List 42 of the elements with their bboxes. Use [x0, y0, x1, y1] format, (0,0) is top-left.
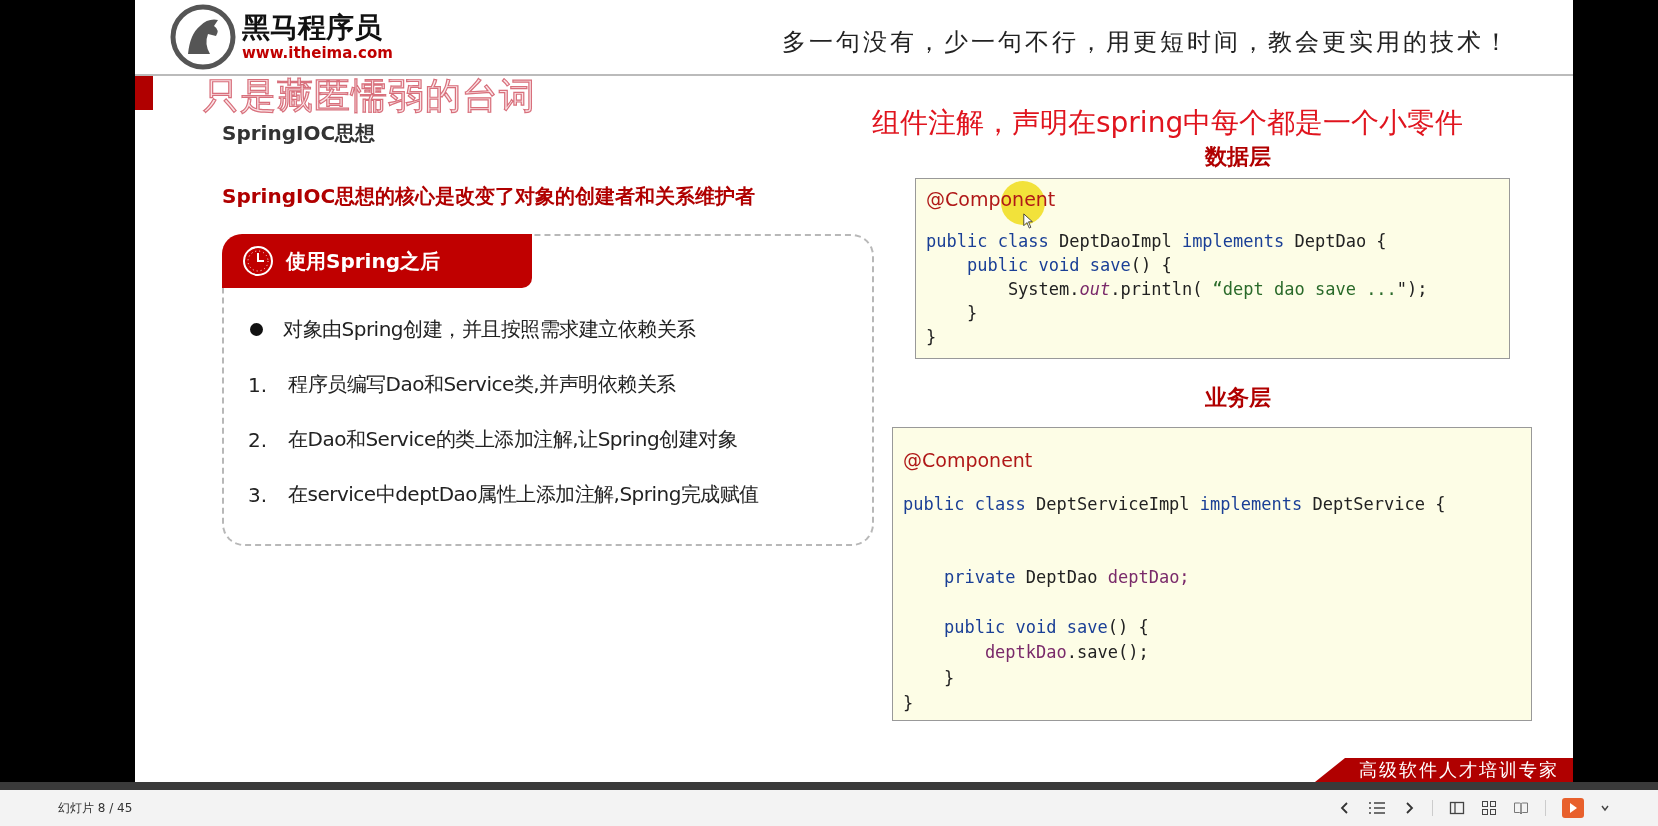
slide-heading: SpringIOC思想的核心是改变了对象的创建者和关系维护者 [222, 183, 757, 210]
horse-logo-icon [170, 4, 236, 70]
list-item-text: 程序员编写Dao和Service类,并声明依赖关系 [288, 371, 676, 398]
code-line: } [965, 302, 978, 325]
card-title: 使用Spring之后 [286, 247, 440, 275]
normal-view-icon[interactable] [1449, 800, 1465, 816]
annotation-text: @Component [903, 448, 1033, 473]
code-line: deptkDao.save(); [983, 641, 1149, 664]
code-line: private DeptDao deptDao; [942, 566, 1190, 589]
layer-label: 业务层 [1204, 384, 1271, 412]
code-line: public void save() { [965, 254, 1172, 277]
code-line: public void save() { [942, 615, 1149, 639]
list-item-text: 对象由Spring创建，并且按照需求建立依赖关系 [283, 316, 696, 343]
list-number: 3. [248, 482, 269, 507]
accent-bar [135, 76, 153, 110]
code-line: } [926, 326, 937, 349]
list-number: 2. [248, 427, 269, 452]
slide-counter: 幻灯片 8 / 45 [58, 799, 133, 817]
list-icon[interactable] [1368, 800, 1386, 816]
list-item-text: 在service中deptDao属性上添加注解,Spring完成赋值 [288, 481, 759, 508]
play-button-icon[interactable] [1562, 798, 1584, 818]
code-line: } [903, 692, 914, 715]
section-title: SpringIOC思想 [222, 120, 377, 147]
logo-name: 黑马程序员 [242, 12, 383, 44]
bullet-dot [250, 323, 263, 336]
code-line: public class DeptDaoImpl implements DeptDao { [926, 230, 1387, 253]
book-icon[interactable] [1513, 800, 1529, 816]
code-line: public class DeptServiceImpl implements DeptService { [903, 492, 1446, 516]
list-item-text: 在Dao和Service的类上添加注解,让Spring创建对象 [288, 426, 738, 453]
code-line: } [942, 666, 955, 690]
code-line: System.out.println( “dept dao save ..."); [1006, 278, 1428, 301]
footer-banner: 高级软件人才培训专家 [1315, 758, 1573, 782]
logo-url: www.itheima.com [242, 44, 393, 62]
slogan: 多一句没有，少一句不行，用更短时间，教会更实用的技术！ [782, 27, 1511, 58]
annotation-text: 组件注解，声明在spring中每个都是一个小零件 [872, 105, 1464, 141]
layer-label: 数据层 [1204, 143, 1271, 171]
grid-view-icon[interactable] [1481, 800, 1497, 816]
caret-icon[interactable] [1600, 803, 1610, 813]
mouse-pointer-icon [1023, 213, 1034, 229]
list-number: 1. [248, 372, 269, 397]
subtitle-overlay: 只是藏匿懦弱的台词 [203, 76, 536, 116]
clock-icon [242, 245, 274, 277]
